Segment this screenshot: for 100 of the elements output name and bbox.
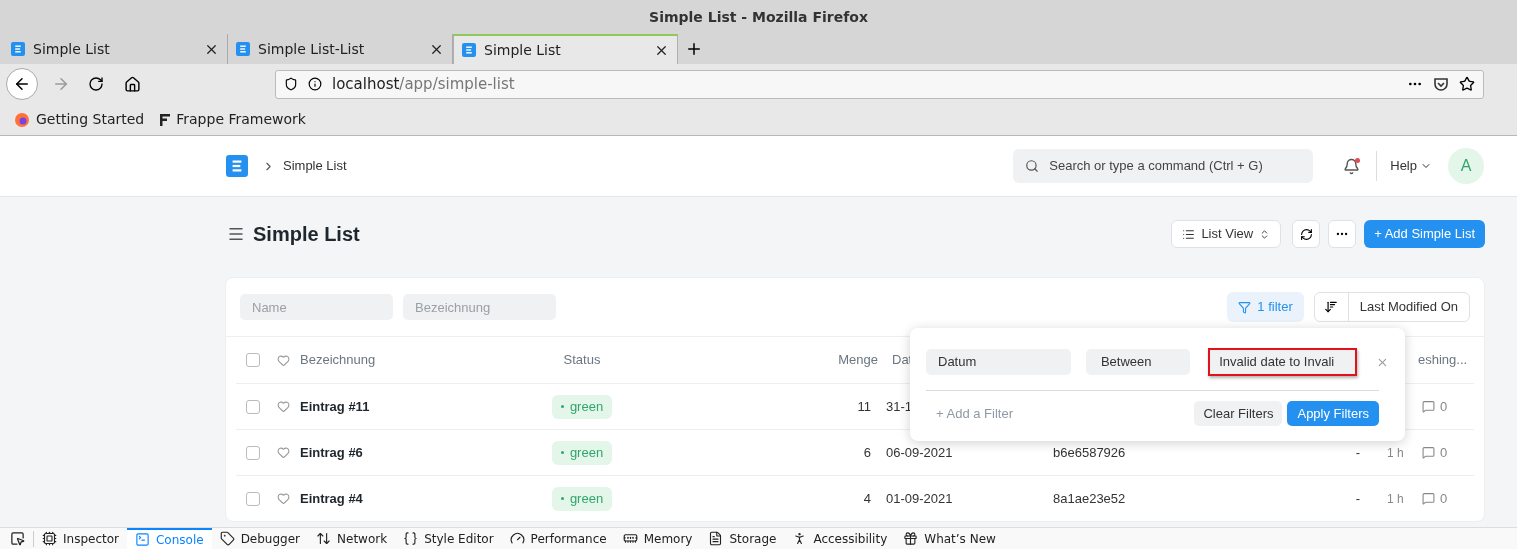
item-name-link[interactable]: Eintrag #4 (300, 488, 550, 509)
status-pill: green (551, 394, 613, 419)
shield-icon (284, 77, 298, 91)
refresh-button[interactable] (1292, 220, 1321, 248)
chip-icon (42, 531, 57, 546)
devtools-tab[interactable]: Inspector (34, 527, 127, 549)
date-cell: 06-09-2021 (886, 444, 953, 460)
address-bar[interactable]: localhost/app/simple-list (275, 69, 1484, 99)
bookmark-link[interactable]: Frappe Framework (160, 109, 306, 130)
tab-title: Simple List-List (258, 39, 366, 59)
logo-icon (226, 155, 248, 177)
browser-tab[interactable]: Simple List (453, 34, 678, 64)
id-cell: 8a1ae23e52 (1053, 490, 1126, 506)
menu-icon[interactable] (227, 225, 245, 243)
comment-icon (1422, 446, 1435, 459)
devtools-tab[interactable]: Performance (501, 527, 615, 549)
window-title: Simple List - Mozilla Firefox (649, 7, 868, 27)
gauge-icon (509, 531, 525, 546)
tab-title: Simple List (33, 39, 111, 59)
item-name-link[interactable]: Eintrag #11 (300, 396, 550, 417)
filter-field[interactable]: Name (240, 294, 393, 320)
devtools-tab[interactable]: Debugger (211, 527, 309, 549)
comment-count: 0 (1440, 489, 1448, 508)
filter-field[interactable]: Bezeichnung (403, 294, 556, 320)
comment-icon (1422, 492, 1435, 505)
condition-select[interactable]: Between (1085, 349, 1191, 375)
devtools-tab[interactable]: Memory (614, 527, 701, 549)
heart-icon[interactable] (277, 353, 290, 367)
home-icon[interactable] (124, 75, 141, 93)
list-icon (1182, 227, 1196, 241)
column-header: Status (562, 351, 602, 370)
back-button[interactable] (6, 68, 38, 100)
bookmark-link[interactable]: Getting Started (14, 109, 145, 130)
tag-icon (219, 531, 235, 546)
column-header: eshing... (1418, 351, 1468, 370)
field-select[interactable]: Datum (926, 349, 1071, 375)
comment-count: 0 (1440, 397, 1448, 416)
back-icon (13, 75, 31, 93)
heart-icon[interactable] (277, 492, 290, 505)
gift-icon (903, 531, 919, 546)
search-field[interactable]: Search or type a command (Ctrl + G) (1013, 149, 1314, 183)
list-view-button[interactable]: List View (1171, 220, 1282, 248)
braces-icon (403, 531, 419, 546)
bell-icon (1343, 157, 1361, 175)
devtools-tab[interactable]: Console (127, 527, 212, 549)
page-title: Simple List (253, 222, 360, 247)
devtools-tab[interactable]: Storage (700, 527, 785, 549)
comment-icon (1422, 400, 1435, 413)
storage-icon (708, 531, 724, 546)
quantity-cell-text: 4 (862, 489, 871, 508)
logo-icon (462, 43, 476, 57)
date-cell: 31-1 (886, 398, 913, 414)
clear-filters-button[interactable]: Clear Filters (1194, 401, 1283, 426)
status-pill: green (551, 486, 613, 511)
column-header: Menge (837, 351, 878, 370)
logo-icon (236, 42, 250, 56)
search-icon (1025, 159, 1040, 173)
devtools-tab[interactable]: Accessibility (784, 527, 896, 549)
breadcrumb-link[interactable]: Simple List (283, 156, 347, 176)
refresh-icon (1299, 227, 1313, 241)
checkbox[interactable] (246, 353, 260, 367)
heart-icon[interactable] (277, 446, 290, 459)
quantity-cell-text: 6 (862, 443, 871, 462)
notification-button[interactable] (1343, 157, 1361, 175)
logo-icon (11, 42, 25, 56)
time-cell: 1 h (1387, 445, 1404, 460)
new-tab-icon[interactable] (685, 40, 703, 58)
checkbox[interactable] (246, 399, 260, 414)
date-cell: 01-09-2021 (886, 490, 953, 506)
column-header: Bezeichnung (300, 351, 377, 370)
checkbox[interactable] (246, 491, 260, 506)
info-icon (308, 77, 322, 91)
value-field[interactable]: Invalid date to Invali (1208, 348, 1358, 376)
checkbox[interactable] (246, 445, 260, 460)
sort-icon (1324, 300, 1339, 314)
url-text: localhost/app/simple-list (332, 73, 515, 95)
arrows-icon (316, 531, 332, 546)
devtools-tab[interactable]: Style Editor (395, 527, 502, 549)
time-cell: 1 h (1387, 491, 1404, 506)
frappe-icon (160, 113, 171, 126)
comment-count: 0 (1440, 443, 1448, 462)
star-icon[interactable] (1459, 76, 1475, 92)
quantity-cell-text: 11 (856, 397, 871, 416)
console-icon (135, 532, 150, 547)
devtools-tab[interactable]: What’s New (895, 527, 1004, 549)
item-name-link[interactable]: Eintrag #6 (300, 442, 550, 463)
help-menu[interactable]: Help (1390, 156, 1432, 176)
tab-title: Simple List (484, 40, 562, 60)
filter-icon (1238, 300, 1252, 314)
status-pill: green (551, 440, 613, 465)
pocket-icon[interactable] (1433, 76, 1449, 92)
heart-icon[interactable] (277, 400, 290, 413)
picker-icon[interactable] (10, 531, 25, 546)
dash-cell: - (1355, 490, 1361, 506)
dash-cell: - (1355, 444, 1361, 460)
id-cell: b6e6587926 (1053, 444, 1126, 460)
memory-icon (622, 531, 638, 546)
devtools-tab[interactable]: Network (308, 527, 396, 549)
firefox-icon (14, 111, 30, 128)
reload-icon[interactable] (88, 76, 104, 92)
